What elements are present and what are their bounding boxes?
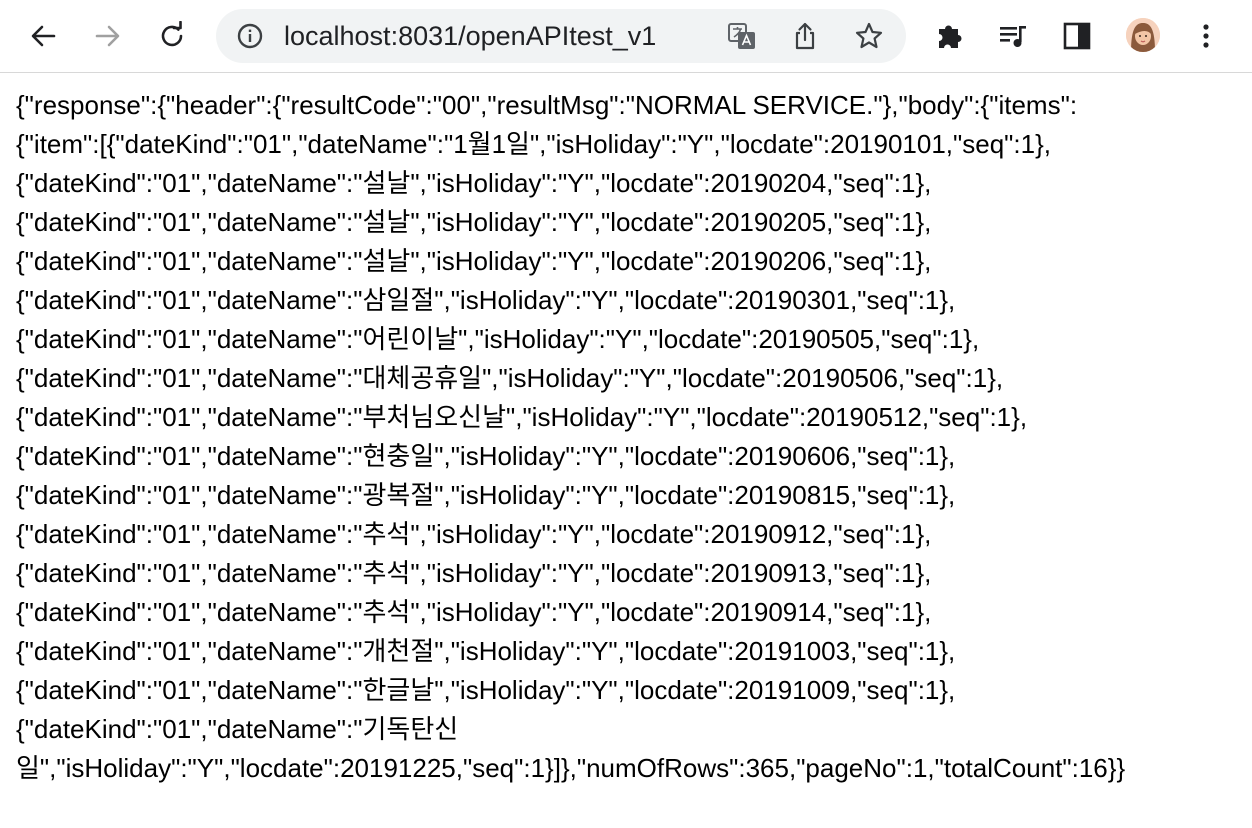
reload-button[interactable]	[150, 12, 194, 60]
arrow-right-icon	[95, 25, 120, 47]
side-panel-icon	[1063, 22, 1091, 50]
menu-button[interactable]	[1184, 12, 1228, 60]
json-line: {"dateKind":"01","dateName":"광복절","isHol…	[16, 480, 956, 510]
json-line: {"item":[{"dateKind":"01","dateName":"1월…	[16, 129, 1051, 159]
profile-avatar-image	[1126, 18, 1160, 52]
extensions-button[interactable]	[928, 12, 972, 60]
media-queue-icon	[1000, 26, 1026, 47]
address-bar[interactable]: localhost:8031/openAPItest_v1	[216, 9, 906, 63]
browser-toolbar: localhost:8031/openAPItest_v1	[0, 0, 1252, 73]
json-line: {"dateKind":"01","dateName":"어린이날","isHo…	[16, 324, 980, 354]
json-line: {"dateKind":"01","dateName":"추석","isHoli…	[16, 519, 932, 549]
back-button[interactable]	[21, 12, 65, 60]
json-line: {"dateKind":"01","dateName":"부처님오신날","is…	[16, 402, 1028, 432]
json-line: {"dateKind":"01","dateName":"한글날","isHol…	[16, 675, 956, 705]
avatar[interactable]	[1126, 18, 1160, 52]
forward-button[interactable]	[86, 12, 130, 60]
json-line: {"dateKind":"01","dateName":"대체공휴일","isH…	[16, 363, 1004, 393]
side-panel-button[interactable]	[1055, 12, 1099, 60]
share-icon	[795, 22, 815, 50]
bookmark-button[interactable]	[854, 21, 884, 51]
json-line: {"dateKind":"01","dateName":"추석","isHoli…	[16, 597, 932, 627]
url-text[interactable]: localhost:8031/openAPItest_v1	[284, 20, 656, 52]
reload-icon	[161, 21, 183, 47]
json-line: {"dateKind":"01","dateName":"추석","isHoli…	[16, 558, 932, 588]
json-line: {"dateKind":"01","dateName":"기독탄신	[16, 714, 459, 744]
json-line: {"dateKind":"01","dateName":"설날","isHoli…	[16, 168, 932, 198]
json-line: {"response":{"header":{"resultCode":"00"…	[16, 90, 1078, 120]
kebab-menu-icon	[1203, 24, 1209, 48]
share-button[interactable]	[790, 21, 820, 51]
json-line: {"dateKind":"01","dateName":"개천절","isHol…	[16, 636, 956, 666]
info-icon	[237, 23, 263, 49]
translate-icon	[728, 23, 755, 49]
arrow-left-icon	[31, 25, 56, 47]
json-line: 일","isHoliday":"Y","locdate":20191225,"s…	[16, 753, 1126, 783]
puzzle-icon	[939, 25, 962, 48]
json-line: {"dateKind":"01","dateName":"설날","isHoli…	[16, 246, 932, 276]
site-info-button[interactable]	[236, 22, 264, 50]
media-controls-button[interactable]	[991, 12, 1035, 60]
json-line: {"dateKind":"01","dateName":"설날","isHoli…	[16, 207, 932, 237]
json-line: {"dateKind":"01","dateName":"현충일","isHol…	[16, 441, 956, 471]
json-line: {"dateKind":"01","dateName":"삼일절","isHol…	[16, 285, 956, 315]
json-response-body: {"response":{"header":{"resultCode":"00"…	[16, 86, 1248, 806]
star-icon	[855, 22, 883, 49]
translate-button[interactable]	[727, 21, 757, 51]
